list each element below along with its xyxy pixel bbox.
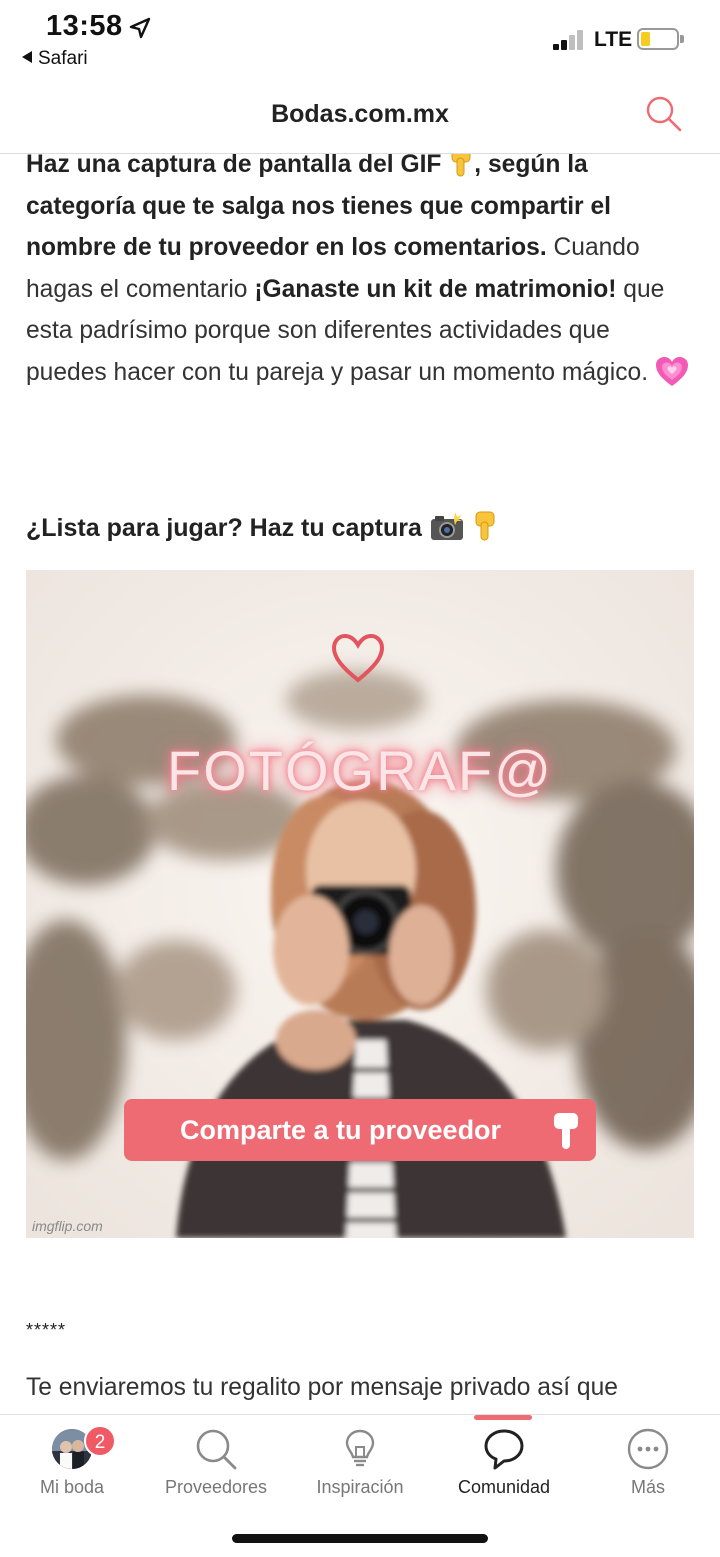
status-time: 13:58 [46,10,123,42]
signal-strength-icon [553,30,587,50]
article-paragraph-2: Te enviaremos tu regalito por mensaje pr… [26,1374,618,1401]
tab-mi-boda[interactable]: 2 Mi boda [0,1415,144,1515]
pointing-down-emoji-icon-2 [475,511,495,541]
camera-flash-emoji-icon [430,512,463,540]
location-arrow-icon [129,17,151,39]
top-header: Bodas.com.mx [0,80,720,154]
gif-watermark: imgflip.com [32,1218,103,1234]
tab-mas[interactable]: Más [576,1415,720,1515]
network-type: LTE [594,28,633,51]
search-icon[interactable] [644,94,684,134]
bold-text: Haz una captura de pantalla del GIF [26,154,442,178]
tab-comunidad[interactable]: Comunidad [432,1415,576,1515]
tab-label: Inspiración [316,1477,404,1497]
growing-heart-emoji-icon [655,356,688,386]
pointing-down-emoji-icon [451,154,471,177]
lead-text: ¿Lista para jugar? Haz tu captura [26,510,498,543]
gif-category-title: FOTÓGRAF@ [167,739,553,802]
bold-text-3: ¡Ganaste un kit de matrimonio! [254,275,617,303]
article-paragraph: Haz una captura de pantalla del GIF , se… [26,154,694,394]
lead-label: ¿Lista para jugar? Haz tu captura [26,514,422,542]
tab-proveedores[interactable]: Proveedores [144,1415,288,1515]
tab-inspiracion[interactable]: Inspiración [288,1415,432,1515]
article-gif[interactable]: FOTÓGRAF@ Comparte a tu proveedor imgfli… [26,570,694,1238]
gif-cta-banner: Comparte a tu proveedor [124,1099,596,1161]
home-indicator[interactable] [232,1534,488,1543]
gif-cta-label: Comparte a tu proveedor [180,1115,502,1145]
battery-icon [637,28,684,50]
lightbulb-icon [345,1429,375,1467]
notification-badge: 2 [84,1425,116,1457]
back-app-label: Safari [38,48,88,69]
more-icon [627,1428,669,1470]
article-content: Haz una captura de pantalla del GIF , se… [26,154,694,1414]
tab-label: Mi boda [39,1477,105,1497]
tab-label: Proveedores [164,1477,268,1497]
search-icon [196,1429,237,1470]
separator: ***** [26,1320,67,1340]
back-triangle-icon [22,51,32,63]
chat-bubble-icon [484,1429,524,1470]
back-to-app-link[interactable]: Safari [22,48,88,70]
status-bar: 13:58 Safari LTE [0,0,720,80]
site-title: Bodas.com.mx [271,100,449,128]
tab-label: Comunidad [457,1477,551,1497]
tab-label: Más [630,1477,665,1497]
hand-pointing-down-icon [554,1113,578,1149]
